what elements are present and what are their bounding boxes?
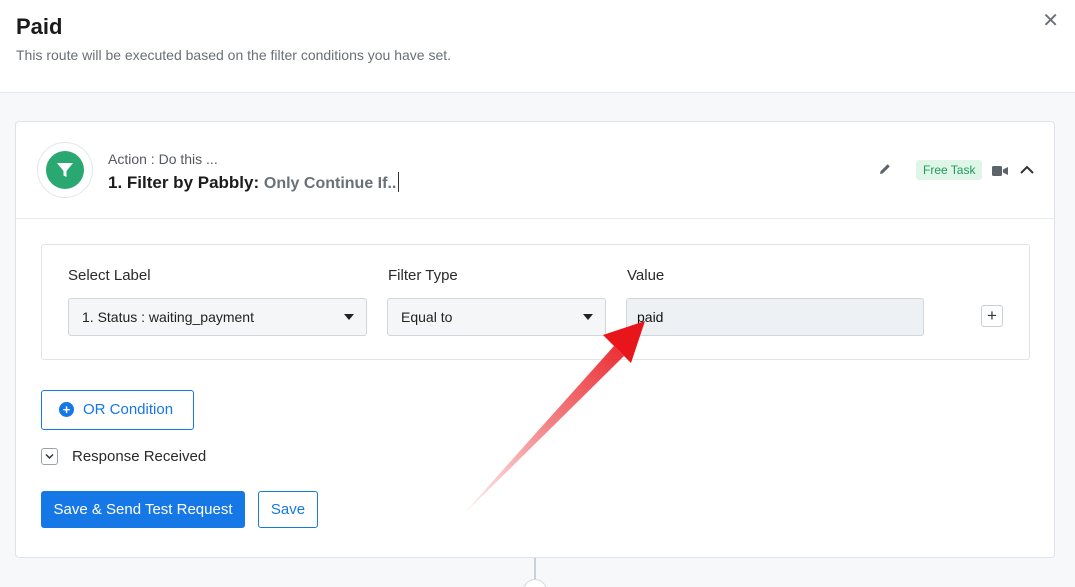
- plus-circle-icon: +: [59, 402, 74, 417]
- pencil-icon[interactable]: [878, 162, 892, 181]
- action-card-header[interactable]: Action : Do this ... 1. Filter by Pabbly…: [16, 122, 1054, 219]
- page-subtitle: This route will be executed based on the…: [16, 47, 452, 63]
- chevron-down-icon: [45, 453, 54, 460]
- select-label-heading: Select Label: [68, 267, 151, 284]
- action-card: Action : Do this ... 1. Filter by Pabbly…: [15, 121, 1055, 558]
- filter-type-dropdown[interactable]: Equal to: [387, 298, 606, 336]
- value-heading: Value: [627, 267, 665, 284]
- value-input[interactable]: paid: [626, 298, 924, 336]
- response-toggle[interactable]: [41, 448, 58, 465]
- filter-type-value: Equal to: [401, 309, 453, 325]
- video-icon[interactable]: [992, 164, 1008, 182]
- select-label-value: 1. Status : waiting_payment: [82, 309, 254, 325]
- filter-app-icon: [37, 142, 93, 198]
- action-title-text: 1. Filter by Pabbly:: [108, 173, 260, 192]
- page-title: Paid: [16, 14, 63, 39]
- action-description: Only Continue If..: [263, 175, 397, 192]
- select-label-dropdown[interactable]: 1. Status : waiting_payment: [68, 298, 367, 336]
- flow-connector-node[interactable]: [523, 579, 547, 587]
- save-send-test-button[interactable]: Save & Send Test Request: [41, 491, 245, 528]
- or-condition-label: OR Condition: [83, 401, 174, 418]
- filter-condition-row: Select Label Filter Type Value 1. Status…: [41, 244, 1030, 360]
- action-title[interactable]: 1. Filter by Pabbly: Only Continue If..: [108, 172, 400, 193]
- chevron-up-icon[interactable]: [1019, 162, 1035, 183]
- close-icon[interactable]: ✕: [1042, 8, 1059, 33]
- caret-down-icon: [344, 314, 354, 320]
- filter-icon: [46, 151, 84, 189]
- text-cursor: [398, 172, 400, 192]
- save-button[interactable]: Save: [258, 491, 318, 528]
- caret-down-icon: [583, 314, 593, 320]
- filter-type-heading: Filter Type: [388, 267, 458, 284]
- modal-header: Paid This route will be executed based o…: [0, 0, 1075, 93]
- free-task-badge: Free Task: [916, 160, 983, 180]
- response-received-label: Response Received: [72, 448, 207, 465]
- add-condition-button[interactable]: +: [981, 305, 1003, 327]
- or-condition-button[interactable]: + OR Condition: [41, 390, 194, 430]
- action-subtitle: Action : Do this ...: [108, 151, 218, 167]
